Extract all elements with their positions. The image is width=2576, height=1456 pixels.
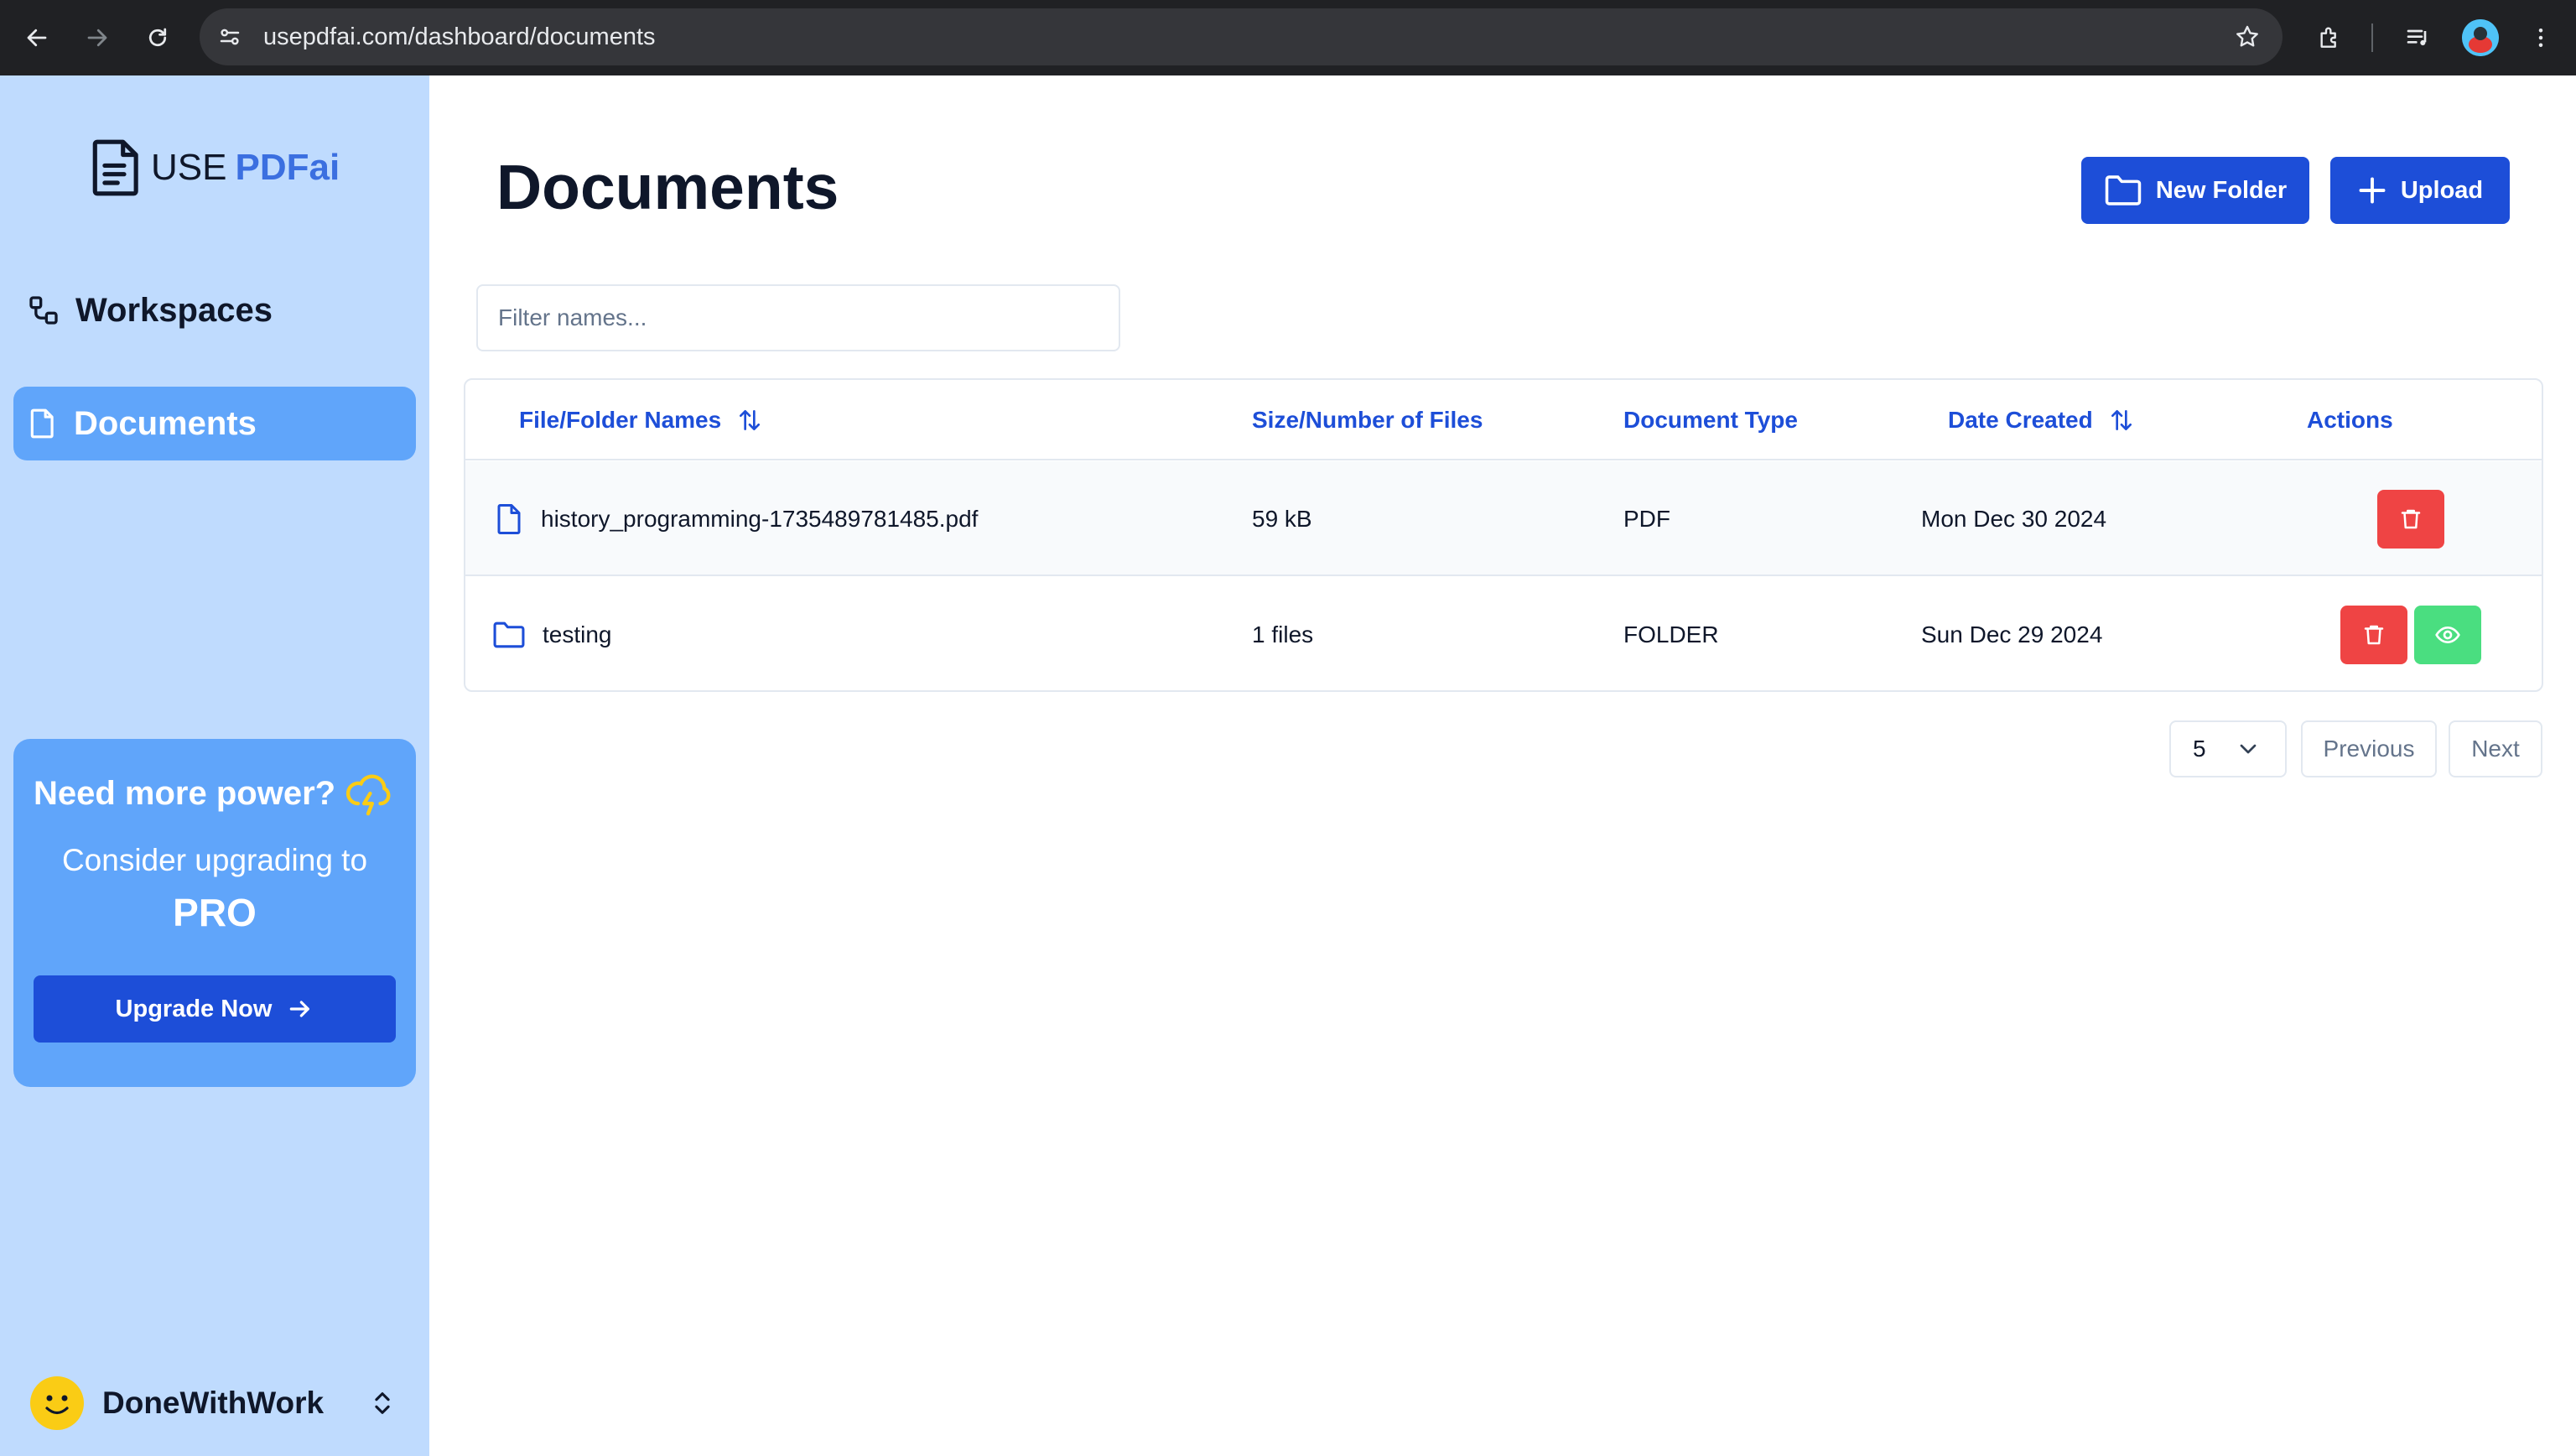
new-folder-label: New Folder bbox=[2155, 176, 2288, 204]
address-bar[interactable]: usepdfai.com/dashboard/documents bbox=[200, 8, 2283, 65]
profile-avatar[interactable] bbox=[2462, 19, 2499, 56]
media-controls-icon[interactable] bbox=[2397, 16, 2440, 60]
workspaces-icon bbox=[29, 296, 58, 325]
trash-icon bbox=[2401, 509, 2421, 529]
browser-toolbar: usepdfai.com/dashboard/documents bbox=[0, 0, 2576, 75]
sidebar-item-documents[interactable]: Documents bbox=[13, 387, 416, 460]
chevron-down-icon bbox=[2240, 744, 2257, 754]
upload-label: Upload bbox=[2400, 176, 2484, 204]
file-icon bbox=[497, 503, 521, 534]
plus-icon bbox=[2359, 177, 2386, 204]
page-size-select[interactable]: 5 bbox=[2169, 720, 2287, 777]
trash-icon bbox=[2364, 625, 2384, 645]
file-name-cell[interactable]: history_programming-1735489781485.pdf bbox=[494, 461, 978, 576]
toolbar-divider bbox=[2371, 23, 2373, 52]
sidebar-item-label: Workspaces bbox=[75, 291, 273, 329]
new-folder-button[interactable]: New Folder bbox=[2081, 157, 2309, 224]
column-label: Size/Number of Files bbox=[1252, 407, 1483, 433]
back-arrow-icon bbox=[27, 29, 47, 47]
filter-names-input[interactable] bbox=[476, 284, 1120, 351]
folder-name: testing bbox=[543, 621, 612, 647]
reload-button[interactable] bbox=[136, 16, 179, 60]
promo-subtitle: Consider upgrading to bbox=[61, 843, 368, 877]
next-page-button[interactable]: Next bbox=[2449, 720, 2542, 777]
folder-name-cell[interactable]: testing bbox=[492, 577, 612, 690]
size-cell: 1 files bbox=[1252, 621, 1314, 647]
upgrade-now-label: Upgrade Now bbox=[115, 995, 273, 1022]
sort-arrows-icon[interactable] bbox=[736, 407, 763, 434]
folder-icon bbox=[2105, 175, 2142, 205]
column-header-actions: Actions bbox=[2307, 380, 2393, 460]
user-name: DoneWithWork bbox=[102, 1386, 325, 1420]
page-title: Documents bbox=[496, 152, 839, 222]
view-button[interactable] bbox=[2414, 606, 2481, 664]
table-row[interactable]: history_programming-1735489781485.pdf 59… bbox=[465, 461, 2542, 576]
documents-table: File/Folder Names Size/Number of Files D… bbox=[464, 378, 2543, 692]
date-cell: Sun Dec 29 2024 bbox=[1921, 621, 2103, 647]
sort-arrows-icon[interactable] bbox=[2108, 407, 2135, 434]
eye-icon bbox=[2435, 627, 2460, 643]
column-header-size: Size/Number of Files bbox=[1252, 380, 1483, 460]
promo-plan: PRO bbox=[173, 891, 257, 934]
delete-button[interactable] bbox=[2377, 490, 2444, 549]
column-label: Document Type bbox=[1623, 407, 1798, 433]
user-switcher[interactable]: DoneWithWork bbox=[30, 1375, 399, 1432]
forward-button[interactable] bbox=[75, 16, 119, 60]
url-text: usepdfai.com/dashboard/documents bbox=[263, 23, 656, 50]
upgrade-promo-card: Need more power? Consider upgrading to P… bbox=[13, 739, 416, 1087]
extensions-icon[interactable] bbox=[2308, 16, 2351, 60]
column-header-type: Document Type bbox=[1623, 380, 1798, 460]
lightning-cloud-icon bbox=[346, 774, 391, 816]
size-cell: 59 kB bbox=[1252, 505, 1312, 532]
back-button[interactable] bbox=[15, 16, 59, 60]
app-logo[interactable]: USE PDFai bbox=[91, 136, 340, 200]
logo-prefix: USE bbox=[151, 147, 227, 188]
upload-button[interactable]: Upload bbox=[2330, 157, 2510, 224]
folder-icon bbox=[493, 621, 525, 647]
date-cell: Mon Dec 30 2024 bbox=[1921, 505, 2107, 532]
column-label: File/Folder Names bbox=[519, 407, 722, 433]
type-cell: PDF bbox=[1623, 505, 1670, 532]
smiley-avatar-icon bbox=[30, 1376, 84, 1430]
forward-arrow-icon bbox=[87, 29, 107, 47]
column-header-date[interactable]: Date Created bbox=[1948, 380, 2135, 460]
table-header: File/Folder Names Size/Number of Files D… bbox=[465, 380, 2542, 460]
logo-brand: PDFai bbox=[235, 147, 340, 188]
logo-document-icon bbox=[92, 139, 138, 196]
sidebar-item-workspaces[interactable]: Workspaces bbox=[13, 273, 416, 347]
delete-button[interactable] bbox=[2340, 606, 2407, 664]
document-icon bbox=[30, 408, 54, 439]
browser-menu-icon[interactable] bbox=[2519, 16, 2563, 60]
type-cell: FOLDER bbox=[1623, 621, 1719, 647]
column-label: Actions bbox=[2307, 407, 2393, 433]
column-header-name[interactable]: File/Folder Names bbox=[519, 380, 763, 460]
chevrons-up-down-icon bbox=[366, 1386, 399, 1420]
previous-page-button[interactable]: Previous bbox=[2301, 720, 2437, 777]
site-settings-icon[interactable] bbox=[215, 22, 245, 52]
file-name: history_programming-1735489781485.pdf bbox=[541, 505, 979, 532]
upgrade-now-button[interactable]: Upgrade Now bbox=[34, 975, 396, 1043]
column-label: Date Created bbox=[1948, 407, 2093, 433]
sidebar-item-label: Documents bbox=[74, 404, 257, 442]
sidebar: USE PDFai Workspaces Documents Need more… bbox=[0, 75, 429, 1456]
bookmark-star-icon[interactable] bbox=[2231, 20, 2264, 54]
promo-heading: Need more power? bbox=[34, 774, 336, 812]
page-size-value: 5 bbox=[2193, 736, 2206, 762]
reload-icon bbox=[148, 28, 167, 47]
table-row[interactable]: testing 1 files FOLDER Sun Dec 29 2024 bbox=[465, 577, 2542, 690]
arrow-right-icon bbox=[290, 1001, 310, 1017]
